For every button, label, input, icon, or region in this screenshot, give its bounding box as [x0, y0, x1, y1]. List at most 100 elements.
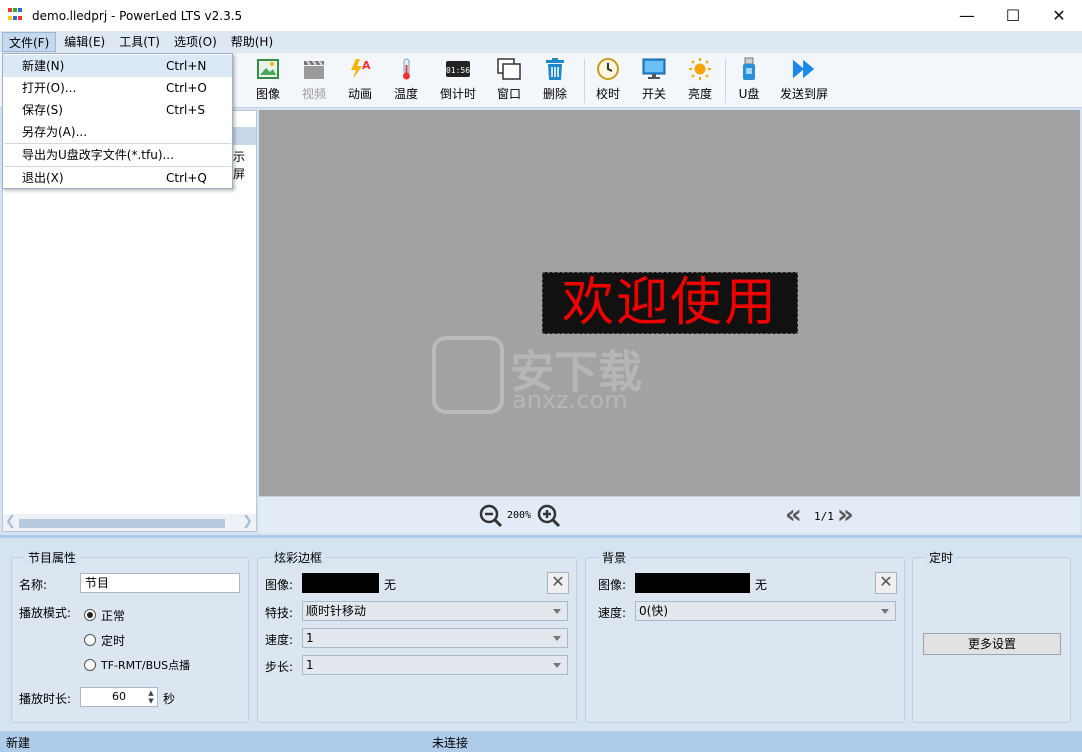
toolbar-label: 开关 [641, 87, 666, 101]
clear-x-icon: ✕ [879, 572, 893, 591]
menu-item-save[interactable]: 保存(S) Ctrl+S [3, 99, 232, 121]
border-image-value: 无 [384, 578, 397, 592]
background-group: 背景 图像: 无 ✕ 速度: 0(快) [585, 549, 905, 723]
svg-text:A: A [362, 59, 371, 72]
border-speed-label: 速度: [265, 633, 294, 647]
mode-timed-label: 定时 [101, 634, 126, 648]
zoom-out-icon[interactable] [479, 504, 503, 528]
menu-item-export-tfu[interactable]: 导出为U盘改字文件(*.tfu)... [3, 144, 232, 166]
name-label: 名称: [19, 578, 48, 592]
stepper-arrows-icon[interactable]: ▲ ▼ [146, 689, 156, 705]
menu-item-exit[interactable]: 退出(X) Ctrl+Q [3, 167, 232, 189]
scrollbar-thumb[interactable] [19, 519, 225, 528]
toolbar-animation-button[interactable]: A 动画 [335, 57, 385, 102]
menu-help[interactable]: 帮助(H) [225, 32, 279, 52]
title-bar: demo.lledprj - PowerLed LTS v2.3.5 — ☐ ✕ [0, 0, 1082, 31]
mode-tf-rmt-radio[interactable] [84, 659, 96, 671]
toolbar-countdown-button[interactable]: 01:56 倒计时 [433, 57, 483, 102]
shield-logo-icon [432, 336, 504, 414]
bg-clear-button[interactable]: ✕ [875, 572, 897, 594]
maximize-button[interactable]: ☐ [990, 0, 1036, 31]
border-image-label: 图像: [265, 578, 294, 592]
zoom-level: 200% [507, 510, 532, 521]
horizontal-scrollbar[interactable]: ❮ ❯ [3, 514, 256, 531]
mode-normal-radio[interactable] [84, 609, 96, 621]
border-speed-value: 1 [306, 631, 314, 645]
toolbar-video-button[interactable]: 视频 [289, 57, 339, 102]
chevron-down-icon [553, 636, 561, 641]
minimize-button[interactable]: — [944, 0, 990, 31]
connection-status: 未连接 [432, 736, 469, 750]
next-page-icon[interactable]: » [837, 502, 854, 528]
toolbar-label: 图像 [255, 87, 280, 101]
menu-item-save-as[interactable]: 另存为(A)... [3, 121, 232, 143]
toolbar-label: 动画 [347, 87, 372, 101]
group-title: 节目属性 [24, 549, 81, 566]
toolbar-delete-button[interactable]: 删除 [530, 57, 580, 102]
menu-item-new[interactable]: 新建(N) Ctrl+N [3, 55, 232, 77]
border-clear-button[interactable]: ✕ [547, 572, 569, 594]
zoom-in-icon[interactable] [537, 504, 561, 528]
menu-item-open[interactable]: 打开(O)... Ctrl+O [3, 77, 232, 99]
toolbar-send-button[interactable]: 发送到屏 [776, 57, 832, 102]
toolbar-window-button[interactable]: 窗口 [484, 57, 534, 102]
mode-timed-radio[interactable] [84, 634, 96, 646]
toolbar-sync-time-button[interactable]: 校时 [583, 57, 633, 102]
chevron-down-icon [553, 663, 561, 668]
app-logo-icon [8, 7, 24, 24]
toolbar-label: 校时 [595, 87, 620, 101]
border-speed-select[interactable]: 1 [302, 628, 568, 648]
mode-normal-label: 正常 [101, 609, 126, 623]
menu-file[interactable]: 文件(F) [2, 32, 57, 52]
toolbar-label: 倒计时 [439, 87, 476, 101]
toolbar-label: 窗口 [496, 87, 521, 101]
led-text: 欢迎使用 [561, 273, 778, 333]
toolbar-temperature-button[interactable]: 温度 [381, 57, 431, 102]
duration-stepper[interactable]: 60 ▲ ▼ [80, 687, 158, 707]
svg-text:01:56: 01:56 [446, 66, 470, 75]
toolbar-label: 亮度 [687, 87, 712, 101]
led-screen-area[interactable]: 欢迎使用 [542, 272, 798, 334]
effect-select[interactable]: 顺时针移动 [302, 601, 568, 621]
step-select[interactable]: 1 [302, 655, 568, 675]
clock-icon [596, 57, 620, 81]
window-title: demo.lledprj - PowerLed LTS v2.3.5 [32, 8, 243, 23]
toolbar-usb-button[interactable]: U盘 [724, 57, 774, 102]
program-name-input[interactable]: 节目 [80, 573, 240, 593]
usb-drive-icon [737, 57, 761, 81]
duration-unit: 秒 [163, 692, 176, 706]
thermometer-icon [394, 57, 418, 81]
toolbar-image-button[interactable]: 图像 [243, 57, 293, 102]
preview-canvas[interactable]: 欢迎使用 安下载 anxz.com [259, 110, 1080, 496]
bg-speed-label: 速度: [598, 606, 627, 620]
status-bar: 新建 未连接 [0, 731, 1082, 752]
monitor-icon [642, 57, 666, 81]
mode-tf-rmt-label: TF-RMT/BUS点播 [101, 659, 191, 672]
page-indicator: 1/1 [814, 510, 834, 523]
window-icon [497, 57, 521, 81]
border-image-swatch[interactable] [302, 573, 379, 593]
sun-icon [688, 57, 712, 81]
border-group: 炫彩边框 图像: 无 ✕ 特技: 顺时针移动 速度: 1 步长: 1 [257, 549, 577, 723]
tree-item-label[interactable]: 示屏 [233, 148, 256, 182]
prev-page-icon[interactable]: « [785, 502, 802, 528]
toolbar-label: 视频 [301, 87, 326, 101]
toolbar-label: 温度 [393, 87, 418, 101]
more-settings-button[interactable]: 更多设置 [923, 633, 1061, 655]
bg-image-swatch[interactable] [635, 573, 750, 593]
group-title: 背景 [598, 549, 631, 566]
duration-label: 播放时长: [19, 692, 72, 706]
chevron-down-icon [553, 609, 561, 614]
scroll-right-icon[interactable]: ❯ [242, 514, 253, 529]
menu-tools[interactable]: 工具(T) [113, 32, 166, 52]
toolbar-power-button[interactable]: 开关 [629, 57, 679, 102]
close-button[interactable]: ✕ [1036, 0, 1082, 31]
menu-edit[interactable]: 编辑(E) [58, 32, 111, 52]
toolbar-label: U盘 [738, 87, 760, 101]
video-clapper-icon [302, 57, 326, 81]
toolbar-brightness-button[interactable]: 亮度 [675, 57, 725, 102]
scroll-left-icon[interactable]: ❮ [5, 514, 16, 529]
bg-speed-select[interactable]: 0(快) [635, 601, 896, 621]
image-icon [256, 57, 280, 81]
menu-options[interactable]: 选项(O) [168, 32, 223, 52]
